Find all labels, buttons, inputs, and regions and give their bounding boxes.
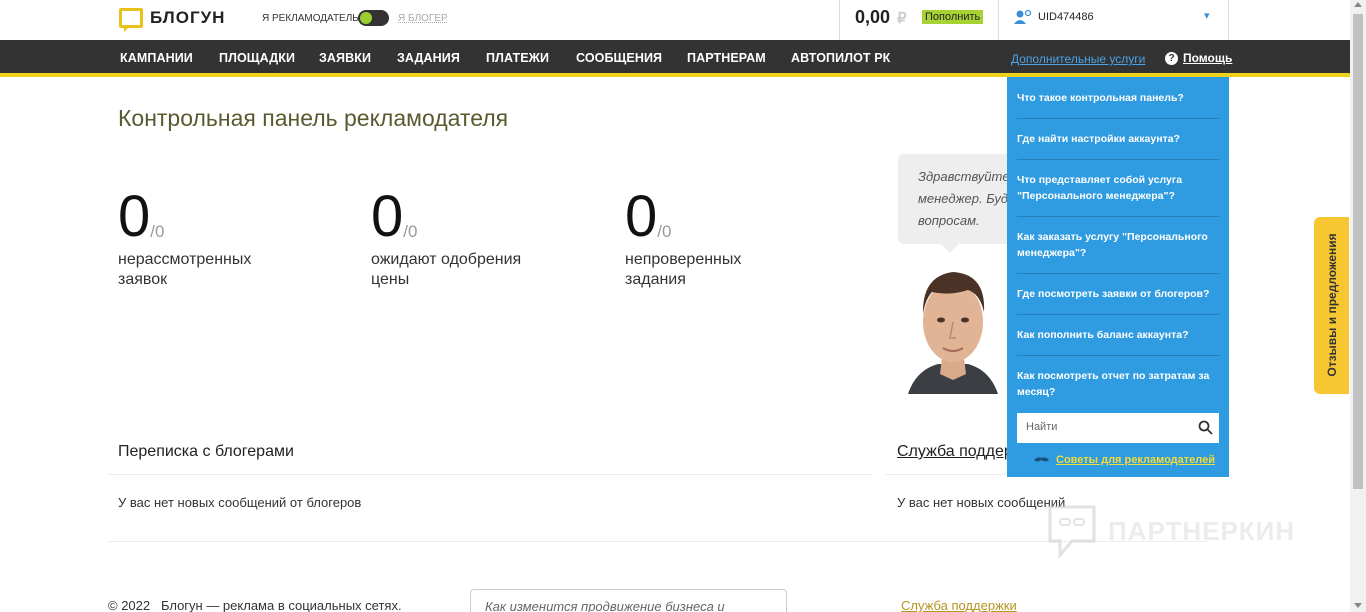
correspondence-title: Переписка с блогерами (118, 443, 294, 460)
help-item[interactable]: Что такое контрольная панель? (1017, 90, 1219, 106)
help-button[interactable]: ? Помощь (1165, 51, 1232, 65)
divider (1017, 216, 1219, 217)
nav-item-campaigns[interactable]: КАМПАНИИ (120, 51, 193, 65)
nav-item-messages[interactable]: СООБЩЕНИЯ (576, 51, 662, 65)
balance-currency: ₽ (897, 10, 907, 27)
logo[interactable]: БЛОГУН (119, 8, 225, 28)
footer-support-link[interactable]: Служба поддержки (901, 598, 1017, 612)
watermark: ПАРТНЕРКИН (1046, 503, 1295, 559)
role-toggle[interactable] (358, 10, 389, 26)
help-item[interactable]: Где найти настройки аккаунта? (1017, 131, 1219, 147)
help-search-input[interactable]: Найти (1017, 413, 1219, 443)
stat-unreviewed-requests[interactable]: 0 /0 нерассмотренных заявок (118, 188, 288, 290)
stat-value: 0 (625, 184, 658, 249)
stat-pending-price[interactable]: 0 /0 ожидают одобрения цены (371, 188, 541, 290)
user-menu[interactable]: UID474486 ▾ (998, 0, 1229, 40)
stat-label: нерассмотренных заявок (118, 251, 252, 288)
top-bar: БЛОГУН Я РЕКЛАМОДАТЕЛЬ Я БЛОГЕР 0,00 ₽ П… (0, 0, 1350, 40)
logo-icon (119, 8, 143, 28)
search-icon[interactable] (1198, 420, 1213, 435)
question-icon: ? (1165, 51, 1178, 65)
nav-item-platforms[interactable]: ПЛОЩАДКИ (219, 51, 295, 65)
mustache-icon (1034, 457, 1049, 462)
speech-tail (940, 243, 960, 253)
divider (1017, 314, 1219, 315)
toggle-knob (360, 12, 372, 24)
feedback-tab-label: Отзывы и предложения (1325, 233, 1339, 377)
help-item[interactable]: Что представляет собой услуга "Персональ… (1017, 172, 1219, 204)
divider (108, 541, 1208, 542)
stat-value: 0 (118, 184, 151, 249)
balance-value: 0,00 (855, 7, 891, 27)
scroll-up-arrow-icon[interactable] (1354, 2, 1362, 7)
nav-item-partners[interactable]: ПАРТНЕРАМ (687, 51, 766, 65)
help-item[interactable]: Как посмотреть отчет по затратам за меся… (1017, 368, 1219, 400)
chevron-down-icon[interactable]: ▾ (1204, 9, 1210, 22)
help-search-placeholder: Найти (1026, 421, 1058, 433)
speech-line: вопросам. (918, 213, 980, 228)
nav-item-autopilot[interactable]: АВТОПИЛОТ РК (791, 51, 890, 65)
stat-value: 0 (371, 184, 404, 249)
stat-total: /0 (403, 222, 418, 241)
help-item[interactable]: Где посмотреть заявки от блогеров? (1017, 286, 1219, 302)
footer-copyright: © 2022 Блогун — реклама в социальных сет… (108, 598, 402, 612)
nav-item-payments[interactable]: ПЛАТЕЖИ (486, 51, 549, 65)
role-blogger-label[interactable]: Я БЛОГЕР (398, 13, 448, 24)
main-nav: КАМПАНИИ ПЛОЩАДКИ ЗАЯВКИ ЗАДАНИЯ ПЛАТЕЖИ… (0, 40, 1350, 77)
manager-speech-bubble: Здравствуйте, менеджер. Буду вопросам. (898, 154, 1013, 244)
balance-box: 0,00 ₽ Пополнить (839, 0, 999, 40)
divider (108, 474, 873, 475)
divider (1017, 159, 1219, 160)
scrollbar[interactable] (1350, 0, 1366, 612)
page: БЛОГУН Я РЕКЛАМОДАТЕЛЬ Я БЛОГЕР 0,00 ₽ П… (0, 0, 1366, 612)
tips-link: Советы для рекламодателей (1056, 454, 1216, 466)
stat-label: непроверенных задания (625, 251, 742, 288)
divider (1017, 118, 1219, 119)
topup-button[interactable]: Пополнить (922, 10, 984, 24)
speech-line: Здравствуйте, (918, 169, 1013, 184)
help-item[interactable]: Как заказать услугу "Персонального менед… (1017, 229, 1219, 261)
speech-line: менеджер. Буду (918, 191, 1013, 206)
stat-label: ожидают одобрения цены (371, 251, 522, 288)
logo-text: БЛОГУН (150, 8, 226, 27)
nav-item-tasks[interactable]: ЗАДАНИЯ (397, 51, 460, 65)
nav-item-requests[interactable]: ЗАЯВКИ (319, 51, 371, 65)
role-advertiser-label[interactable]: Я РЕКЛАМОДАТЕЛЬ (262, 13, 359, 24)
help-item[interactable]: Как пополнить баланс аккаунта? (1017, 327, 1219, 343)
help-label: Помощь (1183, 51, 1233, 65)
scroll-thumb[interactable] (1353, 14, 1363, 489)
user-icon (1014, 9, 1032, 24)
watermark-text: ПАРТНЕРКИН (1108, 515, 1296, 546)
page-title: Контрольная панель рекламодателя (118, 105, 509, 131)
help-tips[interactable]: Советы для рекламодателей (1033, 454, 1215, 466)
feedback-tab[interactable]: Отзывы и предложения (1314, 217, 1349, 394)
divider (1017, 355, 1219, 356)
scroll-down-arrow-icon[interactable] (1354, 603, 1362, 608)
footer-search-input[interactable]: Как изменится продвижение бизнеса и (470, 589, 787, 612)
stat-total: /0 (657, 222, 672, 241)
manager-avatar (898, 262, 1008, 394)
correspondence-empty-text: У вас нет новых сообщений от блогеров (118, 495, 362, 510)
watermark-logo-icon (1048, 505, 1096, 559)
stat-unchecked-tasks[interactable]: 0 /0 непроверенных задания (625, 188, 795, 290)
help-dropdown: Что такое контрольная панель? Где найти … (1007, 77, 1229, 477)
stat-total: /0 (150, 222, 165, 241)
extra-services-link[interactable]: Дополнительные услуги (1011, 52, 1145, 66)
support-empty-text: У вас нет новых сообщений (897, 495, 1066, 510)
divider (1017, 273, 1219, 274)
user-id: UID474486 (1038, 11, 1094, 23)
